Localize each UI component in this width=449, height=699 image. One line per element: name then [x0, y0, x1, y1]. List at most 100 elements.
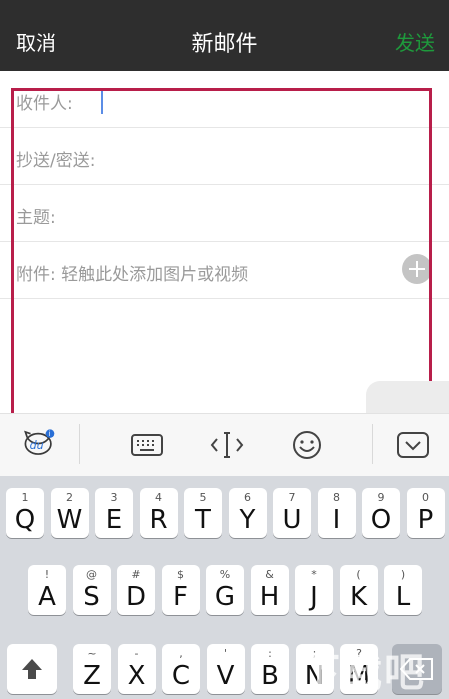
send-button[interactable]: 发送: [395, 27, 435, 56]
key-secondary-label: 8: [333, 491, 340, 504]
watermark-text: 下载吧: [300, 650, 426, 696]
key-label: O: [370, 505, 392, 535]
key-l[interactable]: ) L: [384, 565, 422, 615]
key-label: K: [349, 582, 368, 612]
key-k[interactable]: (K: [339, 565, 378, 615]
key-secondary-label: &: [265, 568, 274, 581]
to-field[interactable]: 收件人:: [0, 71, 449, 128]
key-label: U: [282, 505, 302, 535]
key-secondary-label: (: [356, 568, 361, 581]
key-label: Y: [239, 505, 256, 535]
key-label: L: [395, 582, 411, 612]
key-label: X: [127, 661, 146, 691]
key-x[interactable]: -X: [117, 644, 156, 694]
key-f[interactable]: $ F: [161, 565, 200, 615]
keyboard-toolbar: du i: [0, 413, 449, 477]
du-keyboard-logo-icon[interactable]: du i: [22, 428, 56, 458]
keyboard-icon[interactable]: [130, 430, 164, 460]
subject-field[interactable]: 主题:: [0, 185, 449, 242]
key-label: Q: [14, 505, 36, 535]
key-a[interactable]: ! A: [28, 565, 66, 615]
subject-label: 主题:: [16, 208, 56, 228]
key-j[interactable]: * J: [295, 565, 333, 615]
key-secondary-label: 7: [288, 491, 296, 504]
key-secondary-label: @: [86, 568, 97, 581]
text-cursor: [101, 88, 103, 114]
status-bar: [0, 0, 449, 8]
key-label: W: [56, 505, 83, 535]
add-attachment-icon[interactable]: [402, 254, 432, 284]
key-label: D: [125, 582, 147, 612]
key-c[interactable]: ,C: [162, 644, 200, 694]
key-secondary-label: 6: [244, 491, 251, 504]
key-d[interactable]: # D: [117, 565, 155, 615]
key-g[interactable]: % G: [206, 565, 244, 615]
attachment-field[interactable]: 附件: 轻触此处添加图片或视频: [0, 242, 449, 299]
key-i[interactable]: 8I: [317, 488, 356, 538]
key-e[interactable]: 3E: [95, 488, 133, 538]
attachment-label: 附件: 轻触此处添加图片或视频: [16, 265, 249, 285]
key-label: R: [149, 505, 168, 535]
key-b[interactable]: :B: [251, 644, 289, 694]
key-q[interactable]: 1Q: [6, 488, 44, 538]
key-y[interactable]: 6Y: [228, 488, 267, 538]
svg-text:i: i: [48, 430, 50, 438]
key-label: H: [259, 582, 280, 612]
key-secondary-label: 3: [110, 491, 118, 504]
key-secondary-label: ': [223, 647, 228, 660]
key-secondary-label: !: [44, 568, 50, 581]
key-v[interactable]: ' V: [206, 644, 245, 694]
cc-bcc-field[interactable]: 抄送/密送:: [0, 128, 449, 185]
to-label: 收件人:: [16, 94, 73, 114]
key-o[interactable]: 9O: [362, 488, 400, 538]
key-label: S: [83, 582, 100, 612]
key-r[interactable]: 4R: [139, 488, 178, 538]
key-secondary-label: *: [311, 568, 317, 581]
compose-form: 收件人: 抄送/密送: 主题: 附件: 轻触此处添加图片或视频: [0, 71, 449, 427]
key-secondary-label: ~: [87, 647, 97, 660]
key-z[interactable]: ~ Z: [73, 644, 111, 694]
collapse-keyboard-icon[interactable]: [396, 430, 430, 460]
key-secondary-label: 9: [377, 491, 385, 504]
key-secondary-label: %: [219, 568, 231, 581]
key-label: T: [195, 505, 211, 535]
key-t[interactable]: 5T: [184, 488, 222, 538]
key-label: Z: [83, 661, 101, 691]
key-label: J: [310, 582, 318, 612]
key-p[interactable]: 0P: [406, 488, 445, 538]
svg-text:du: du: [30, 439, 44, 452]
key-label: C: [171, 661, 191, 691]
key-label: I: [332, 505, 341, 535]
shift-key[interactable]: [7, 644, 57, 694]
key-secondary-label: 5: [199, 491, 207, 504]
cursor-move-icon[interactable]: [210, 430, 244, 460]
key-label: A: [38, 582, 56, 612]
key-label: P: [417, 505, 434, 535]
key-u[interactable]: 7U: [273, 488, 311, 538]
page-title: 新邮件: [191, 32, 258, 57]
cc-bcc-label: 抄送/密送:: [16, 151, 96, 171]
key-secondary-label: 1: [21, 491, 29, 504]
key-s[interactable]: @ S: [72, 565, 111, 615]
key-secondary-label: 4: [155, 491, 162, 504]
key-secondary-label: 0: [422, 491, 429, 504]
key-label: G: [214, 582, 236, 612]
key-secondary-label: #: [131, 568, 141, 581]
key-secondary-label: -: [134, 647, 139, 660]
key-secondary-label: ,: [179, 647, 183, 660]
key-secondary-label: $: [177, 568, 184, 581]
key-label: E: [105, 505, 123, 535]
key-h[interactable]: & H: [250, 565, 289, 615]
key-w[interactable]: 2W: [50, 488, 89, 538]
nav-bar: 取消 新邮件 发送: [0, 8, 449, 71]
key-secondary-label: ): [400, 568, 406, 581]
key-label: V: [216, 661, 235, 691]
key-label: F: [173, 582, 188, 612]
key-secondary-label: 2: [66, 491, 73, 504]
shift-icon: [22, 659, 42, 679]
emoji-icon[interactable]: [290, 430, 324, 460]
key-label: B: [261, 661, 279, 691]
key-secondary-label: :: [268, 647, 272, 660]
toolbar-divider: [79, 424, 80, 464]
toolbar-divider: [372, 424, 373, 464]
